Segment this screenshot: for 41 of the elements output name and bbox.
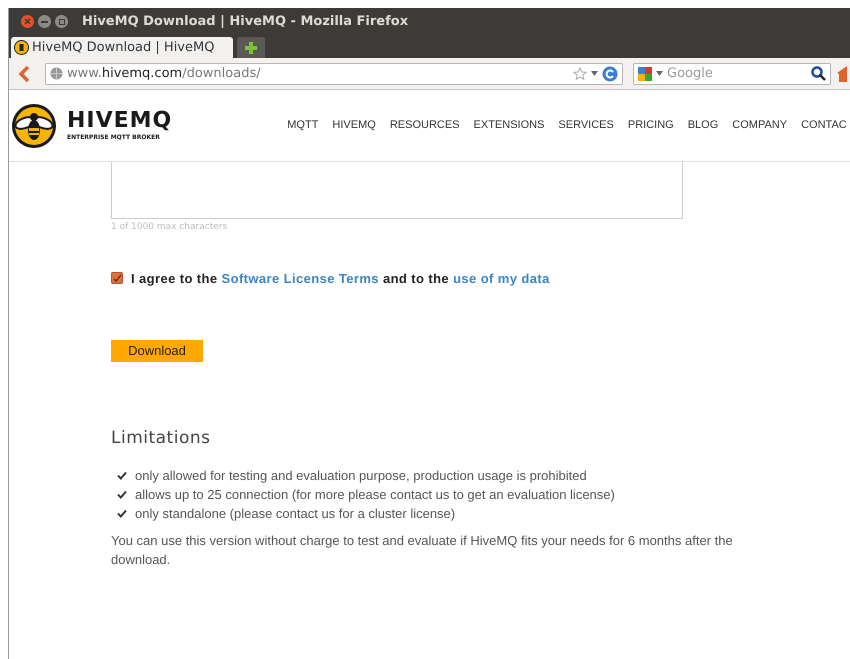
agree-checkbox[interactable]: [111, 272, 123, 284]
browser-tab[interactable]: HiveMQ Download | HiveMQ: [11, 37, 233, 58]
agree-sentence: I agree to the Software License Terms and to the use of my data: [131, 270, 550, 288]
data-use-link[interactable]: use of my data: [453, 270, 550, 286]
nav-link[interactable]: BLOG: [688, 117, 718, 134]
maximize-icon[interactable]: [55, 15, 68, 28]
search-input[interactable]: Google: [667, 64, 807, 84]
nav-link[interactable]: EXTENSIONS: [474, 117, 544, 134]
google-icon: [638, 66, 652, 80]
url-text: www.hivemq.com/downloads/: [67, 64, 261, 83]
license-terms-link[interactable]: Software License Terms: [222, 270, 379, 286]
usage-note: You can use this version without charge to test and evaluate if HiveMQ fits your needs for 6 months after the download.: [111, 532, 734, 568]
window-title: HiveMQ Download | HiveMQ - Mozilla Firefox: [82, 12, 408, 31]
search-field[interactable]: Google: [633, 62, 831, 84]
download-button[interactable]: Download: [111, 340, 203, 362]
globe-icon: [50, 67, 63, 80]
dropdown-icon[interactable]: [591, 71, 598, 76]
reload-icon[interactable]: [602, 66, 618, 82]
limitation-text: allows up to 25 connection (for more please contact us to get an evaluation license): [135, 486, 615, 504]
nav-link[interactable]: PRICING: [628, 117, 674, 134]
limitation-text: only allowed for testing and evaluation purpose, production usage is prohibited: [135, 466, 587, 484]
new-tab-plus-icon[interactable]: [244, 40, 258, 54]
nav-link[interactable]: HIVEMQ: [332, 117, 376, 134]
home-icon[interactable]: [837, 64, 849, 82]
section-heading: Limitations: [111, 427, 212, 450]
dropdown-icon[interactable]: [656, 71, 663, 76]
favicon-icon: [14, 40, 29, 55]
nav-link[interactable]: MQTT: [287, 117, 318, 134]
logo-text: HIVEMQ: [67, 109, 172, 133]
minimize-icon[interactable]: [38, 15, 51, 28]
search-icon[interactable]: [811, 66, 826, 81]
bee-logo-icon: [11, 102, 57, 148]
nav-link[interactable]: SERVICES: [558, 117, 614, 134]
nav-link[interactable]: CONTAC: [801, 117, 847, 134]
star-icon[interactable]: [573, 66, 587, 80]
character-count: 1 of 1000 max characters: [111, 221, 228, 234]
address-bar[interactable]: www.hivemq.com/downloads/: [45, 62, 623, 84]
limitation-text: only standalone (please contact us for a cluster license): [135, 504, 456, 522]
close-icon[interactable]: [21, 15, 34, 28]
nav-link[interactable]: RESOURCES: [390, 117, 460, 134]
nav-link[interactable]: COMPANY: [732, 117, 788, 134]
